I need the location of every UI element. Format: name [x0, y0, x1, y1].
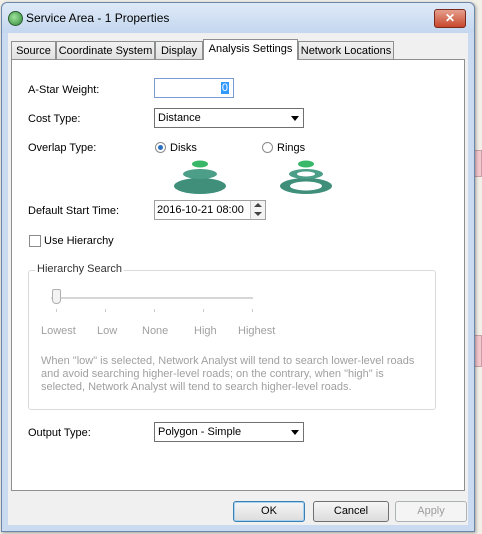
- slider-tick: [252, 309, 253, 312]
- cancel-button[interactable]: Cancel: [313, 501, 389, 522]
- astar-weight-value: 0: [220, 82, 229, 94]
- spin-down-icon[interactable]: [254, 212, 262, 216]
- slider-tick: [154, 309, 155, 312]
- use-hierarchy-checkbox[interactable]: [29, 235, 41, 247]
- dialog-body: Source Coordinate System Display Analysi…: [8, 33, 468, 525]
- overlap-type-label: Overlap Type:: [28, 142, 97, 154]
- start-time-input[interactable]: 2016-10-21 08:00: [154, 200, 266, 220]
- cost-type-dropdown[interactable]: Distance: [154, 108, 304, 128]
- output-type-label: Output Type:: [28, 427, 91, 439]
- tab-analysis-settings[interactable]: Analysis Settings: [203, 39, 298, 60]
- tab-source[interactable]: Source: [11, 41, 56, 59]
- chevron-down-icon: [291, 430, 299, 435]
- properties-dialog: Service Area - 1 Properties ✕ Source Coo…: [1, 2, 475, 532]
- close-button[interactable]: ✕: [434, 9, 466, 28]
- overlap-rings-radio[interactable]: [262, 142, 273, 153]
- chevron-down-icon: [291, 116, 299, 121]
- tick-label-high: High: [194, 325, 217, 337]
- hierarchy-search-title: Hierarchy Search: [35, 263, 124, 275]
- start-time-label: Default Start Time:: [28, 205, 120, 217]
- use-hierarchy-label[interactable]: Use Hierarchy: [44, 235, 114, 247]
- app-icon: [8, 11, 23, 26]
- cost-type-value: Distance: [158, 112, 201, 124]
- title-bar[interactable]: Service Area - 1 Properties ✕: [2, 3, 474, 33]
- cost-type-label: Cost Type:: [28, 113, 81, 125]
- tick-label-none: None: [142, 325, 169, 337]
- overlap-disks-label[interactable]: Disks: [170, 142, 197, 154]
- rings-preview-icon: [278, 158, 334, 196]
- output-type-value: Polygon - Simple: [158, 426, 242, 438]
- output-type-dropdown[interactable]: Polygon - Simple: [154, 422, 304, 442]
- disks-preview-icon: [174, 160, 226, 194]
- window-title: Service Area - 1 Properties: [26, 11, 170, 25]
- tick-label-highest: Highest: [238, 325, 276, 337]
- overlap-rings-label[interactable]: Rings: [277, 142, 305, 154]
- slider-tick: [105, 309, 106, 312]
- apply-button[interactable]: Apply: [395, 501, 467, 522]
- tab-network-locations[interactable]: Network Locations: [298, 41, 394, 59]
- astar-weight-label: A-Star Weight:: [28, 84, 100, 96]
- tab-coordinate-system[interactable]: Coordinate System: [56, 41, 155, 59]
- overlap-disks-radio[interactable]: [155, 142, 166, 153]
- start-time-value: 2016-10-21 08:00: [157, 204, 244, 216]
- hierarchy-search-group: Hierarchy Search Lowest Low None High Hi…: [28, 263, 436, 410]
- slider-tick: [203, 309, 204, 312]
- hierarchy-description: When "low" is selected, Network Analyst …: [41, 355, 415, 393]
- tab-display[interactable]: Display: [155, 41, 203, 59]
- tick-label-lowest: Lowest: [41, 325, 76, 337]
- hierarchy-slider-track: [51, 297, 253, 299]
- astar-weight-input[interactable]: 0: [154, 78, 234, 98]
- tick-label-low: Low: [97, 325, 118, 337]
- spin-up-icon[interactable]: [254, 203, 262, 207]
- ok-button[interactable]: OK: [233, 501, 305, 522]
- start-time-spinner[interactable]: [250, 201, 265, 219]
- hierarchy-slider-thumb[interactable]: [52, 289, 61, 304]
- analysis-settings-panel: A-Star Weight: 0 Cost Type: Distance Ove…: [11, 59, 465, 491]
- slider-tick: [56, 309, 57, 312]
